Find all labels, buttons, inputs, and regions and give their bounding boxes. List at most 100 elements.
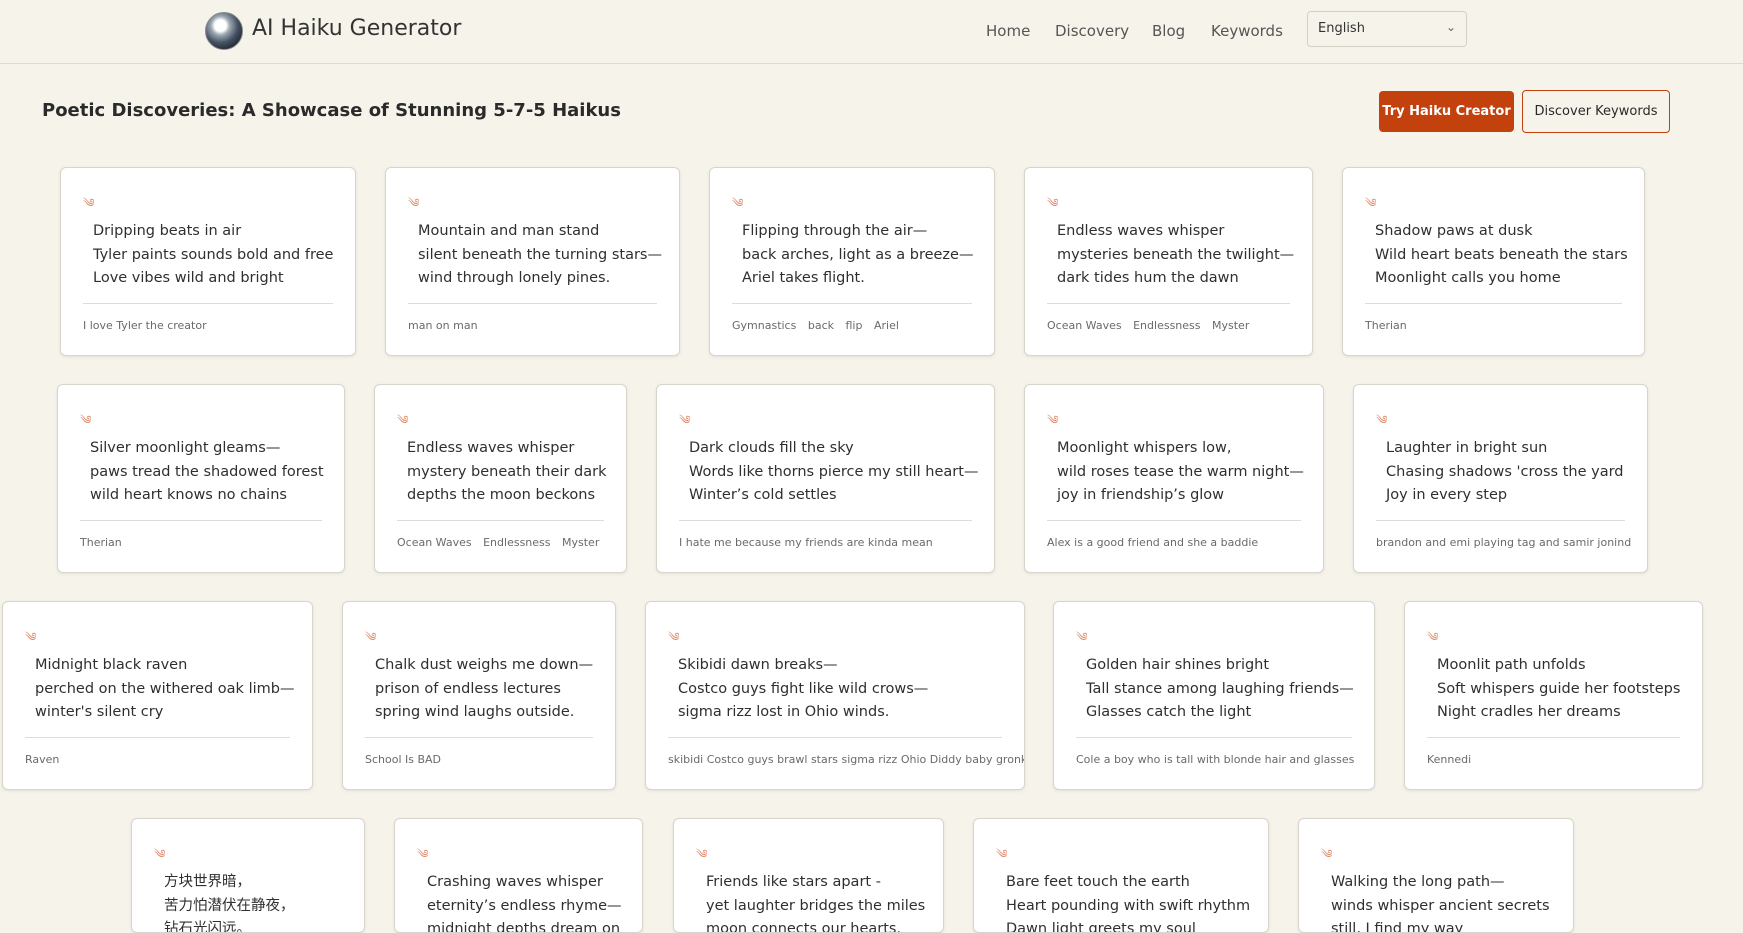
haiku-text: Bare feet touch the earth Heart pounding… [1006, 874, 1251, 933]
wind-icon: ༄ [365, 630, 377, 644]
try-haiku-creator-button[interactable]: Try Haiku Creator [1379, 91, 1514, 132]
nav-discovery[interactable]: Discovery [1055, 22, 1129, 40]
haiku-text: Silver moonlight gleams— paws tread the … [90, 440, 324, 503]
haiku-card[interactable]: ༄ Bare feet touch the earth Heart poundi… [973, 818, 1269, 933]
brand-name[interactable]: AI Haiku Generator [252, 16, 461, 41]
haiku-card[interactable]: ༄ Dripping beats in air Tyler paints sou… [60, 167, 356, 356]
haiku-card[interactable]: ༄ Skibidi dawn breaks— Costco guys fight… [645, 601, 1025, 790]
card-tags: Cole a boy who is tall with blonde hair … [1076, 753, 1366, 766]
language-select[interactable]: English ⌄ [1307, 11, 1467, 47]
card-divider [679, 520, 972, 521]
haiku-text: Friends like stars apart - yet laughter … [706, 874, 926, 933]
haiku-card[interactable]: ༄ Crashing waves whisper eternity’s endl… [394, 818, 643, 933]
haiku-card[interactable]: ༄ Endless waves whisper mystery beneath … [374, 384, 627, 573]
card-divider [80, 520, 322, 521]
card-tags: I hate me because my friends are kinda m… [679, 536, 986, 549]
haiku-text: Dark clouds fill the sky Words like thor… [689, 440, 979, 503]
tag: Ocean Waves [397, 536, 472, 549]
wind-icon: ༄ [1427, 630, 1439, 644]
haiku-text: Moonlight whispers low, wild roses tease… [1057, 440, 1304, 503]
wind-icon: ༄ [408, 196, 420, 210]
card-divider [1427, 737, 1680, 738]
card-tags: I love Tyler the creator [83, 319, 347, 332]
nav-blog[interactable]: Blog [1152, 22, 1185, 40]
card-divider [1047, 520, 1301, 521]
card-divider [397, 520, 604, 521]
tag: man on man [408, 319, 478, 332]
wind-icon: ༄ [25, 630, 37, 644]
haiku-card[interactable]: ༄ Flipping through the air— back arches,… [709, 167, 995, 356]
tag: Myster [562, 536, 600, 549]
wind-icon: ༄ [397, 413, 409, 427]
haiku-card[interactable]: ༄ Laughter in bright sun Chasing shadows… [1353, 384, 1648, 573]
tag: Ariel [873, 319, 899, 332]
card-divider [1365, 303, 1622, 304]
wind-icon: ༄ [668, 630, 680, 644]
brand-logo-icon[interactable] [205, 12, 243, 50]
discover-keywords-button[interactable]: Discover Keywords [1522, 90, 1670, 133]
haiku-text: Chalk dust weighs me down— prison of end… [375, 657, 594, 720]
haiku-text: Crashing waves whisper eternity’s endles… [427, 874, 622, 933]
card-tags: Kennedi [1427, 753, 1694, 766]
tag: School Is BAD [365, 753, 442, 766]
haiku-text: Mountain and man stand silent beneath th… [418, 223, 662, 286]
card-tags: skibidi Costco guys brawl stars sigma ri… [668, 753, 1024, 766]
wind-icon: ༄ [417, 847, 429, 861]
tag: Therian [80, 536, 122, 549]
card-tags: Therian [80, 536, 336, 549]
haiku-card[interactable]: ༄ Moonlit path unfolds Soft whispers gui… [1404, 601, 1703, 790]
wind-icon: ༄ [1076, 630, 1088, 644]
wind-icon: ༄ [1047, 413, 1059, 427]
card-tags: Alex is a good friend and she a baddie [1047, 536, 1315, 549]
haiku-text: Golden hair shines bright Tall stance am… [1086, 657, 1354, 720]
language-select-value: English [1318, 21, 1365, 36]
haiku-card[interactable]: ༄ Mountain and man stand silent beneath … [385, 167, 680, 356]
wind-icon: ༄ [83, 196, 95, 210]
haiku-text: Shadow paws at dusk Wild heart beats ben… [1375, 223, 1628, 286]
haiku-card[interactable]: ༄ Chalk dust weighs me down— prison of e… [342, 601, 616, 790]
tag: Endlessness [1133, 319, 1201, 332]
haiku-card[interactable]: ༄ 方块世界暗， 苦力怕潜伏在静夜， 钻石光闪远。 [131, 818, 365, 933]
tag: Ocean Waves [1047, 319, 1122, 332]
haiku-text: Endless waves whisper mysteries beneath … [1057, 223, 1295, 286]
wind-icon: ༄ [154, 847, 166, 861]
card-tags: brandon and emi playing tag and samir jo… [1376, 536, 1639, 549]
tag: Endlessness [483, 536, 551, 549]
haiku-card[interactable]: ༄ Dark clouds fill the sky Words like th… [656, 384, 995, 573]
card-divider [1076, 737, 1352, 738]
wind-icon: ༄ [80, 413, 92, 427]
wind-icon: ༄ [732, 196, 744, 210]
nav-keywords[interactable]: Keywords [1211, 22, 1283, 40]
tag: I love Tyler the creator [83, 319, 207, 332]
tag: Myster [1212, 319, 1250, 332]
wind-icon: ༄ [1321, 847, 1333, 861]
tag: Cole a boy who is tall with blonde hair … [1076, 753, 1355, 766]
card-divider [732, 303, 972, 304]
card-divider [1376, 520, 1625, 521]
tag: Kennedi [1427, 753, 1472, 766]
haiku-card[interactable]: ༄ Walking the long path— winds whisper a… [1298, 818, 1574, 933]
haiku-card[interactable]: ༄ Shadow paws at dusk Wild heart beats b… [1342, 167, 1645, 356]
haiku-card[interactable]: ༄ Moonlight whispers low, wild roses tea… [1024, 384, 1324, 573]
tag: brandon and emi playing tag and samir jo… [1376, 536, 1632, 549]
card-divider [25, 737, 290, 738]
card-tags: Therian [1365, 319, 1636, 332]
haiku-text: 方块世界暗， 苦力怕潜伏在静夜， 钻石光闪远。 [164, 874, 295, 933]
haiku-card[interactable]: ༄ Silver moonlight gleams— paws tread th… [57, 384, 345, 573]
haiku-card[interactable]: ༄ Friends like stars apart - yet laughte… [673, 818, 944, 933]
card-divider [83, 303, 333, 304]
card-tags: Ocean Waves Endlessness Myster [397, 536, 618, 549]
top-navbar: AI Haiku Generator Home Discovery Blog K… [0, 0, 1743, 64]
card-divider [1047, 303, 1290, 304]
wind-icon: ༄ [1365, 196, 1377, 210]
haiku-card[interactable]: ༄ Midnight black raven perched on the wi… [2, 601, 313, 790]
card-divider [668, 737, 1002, 738]
haiku-text: Moonlit path unfolds Soft whispers guide… [1437, 657, 1681, 720]
page-title: Poetic Discoveries: A Showcase of Stunni… [42, 100, 621, 121]
nav-home[interactable]: Home [986, 22, 1030, 40]
haiku-card[interactable]: ༄ Golden hair shines bright Tall stance … [1053, 601, 1375, 790]
haiku-card[interactable]: ༄ Endless waves whisper mysteries beneat… [1024, 167, 1313, 356]
wind-icon: ༄ [696, 847, 708, 861]
tag: back [807, 319, 834, 332]
card-tags: Ocean Waves Endlessness Myster [1047, 319, 1304, 332]
